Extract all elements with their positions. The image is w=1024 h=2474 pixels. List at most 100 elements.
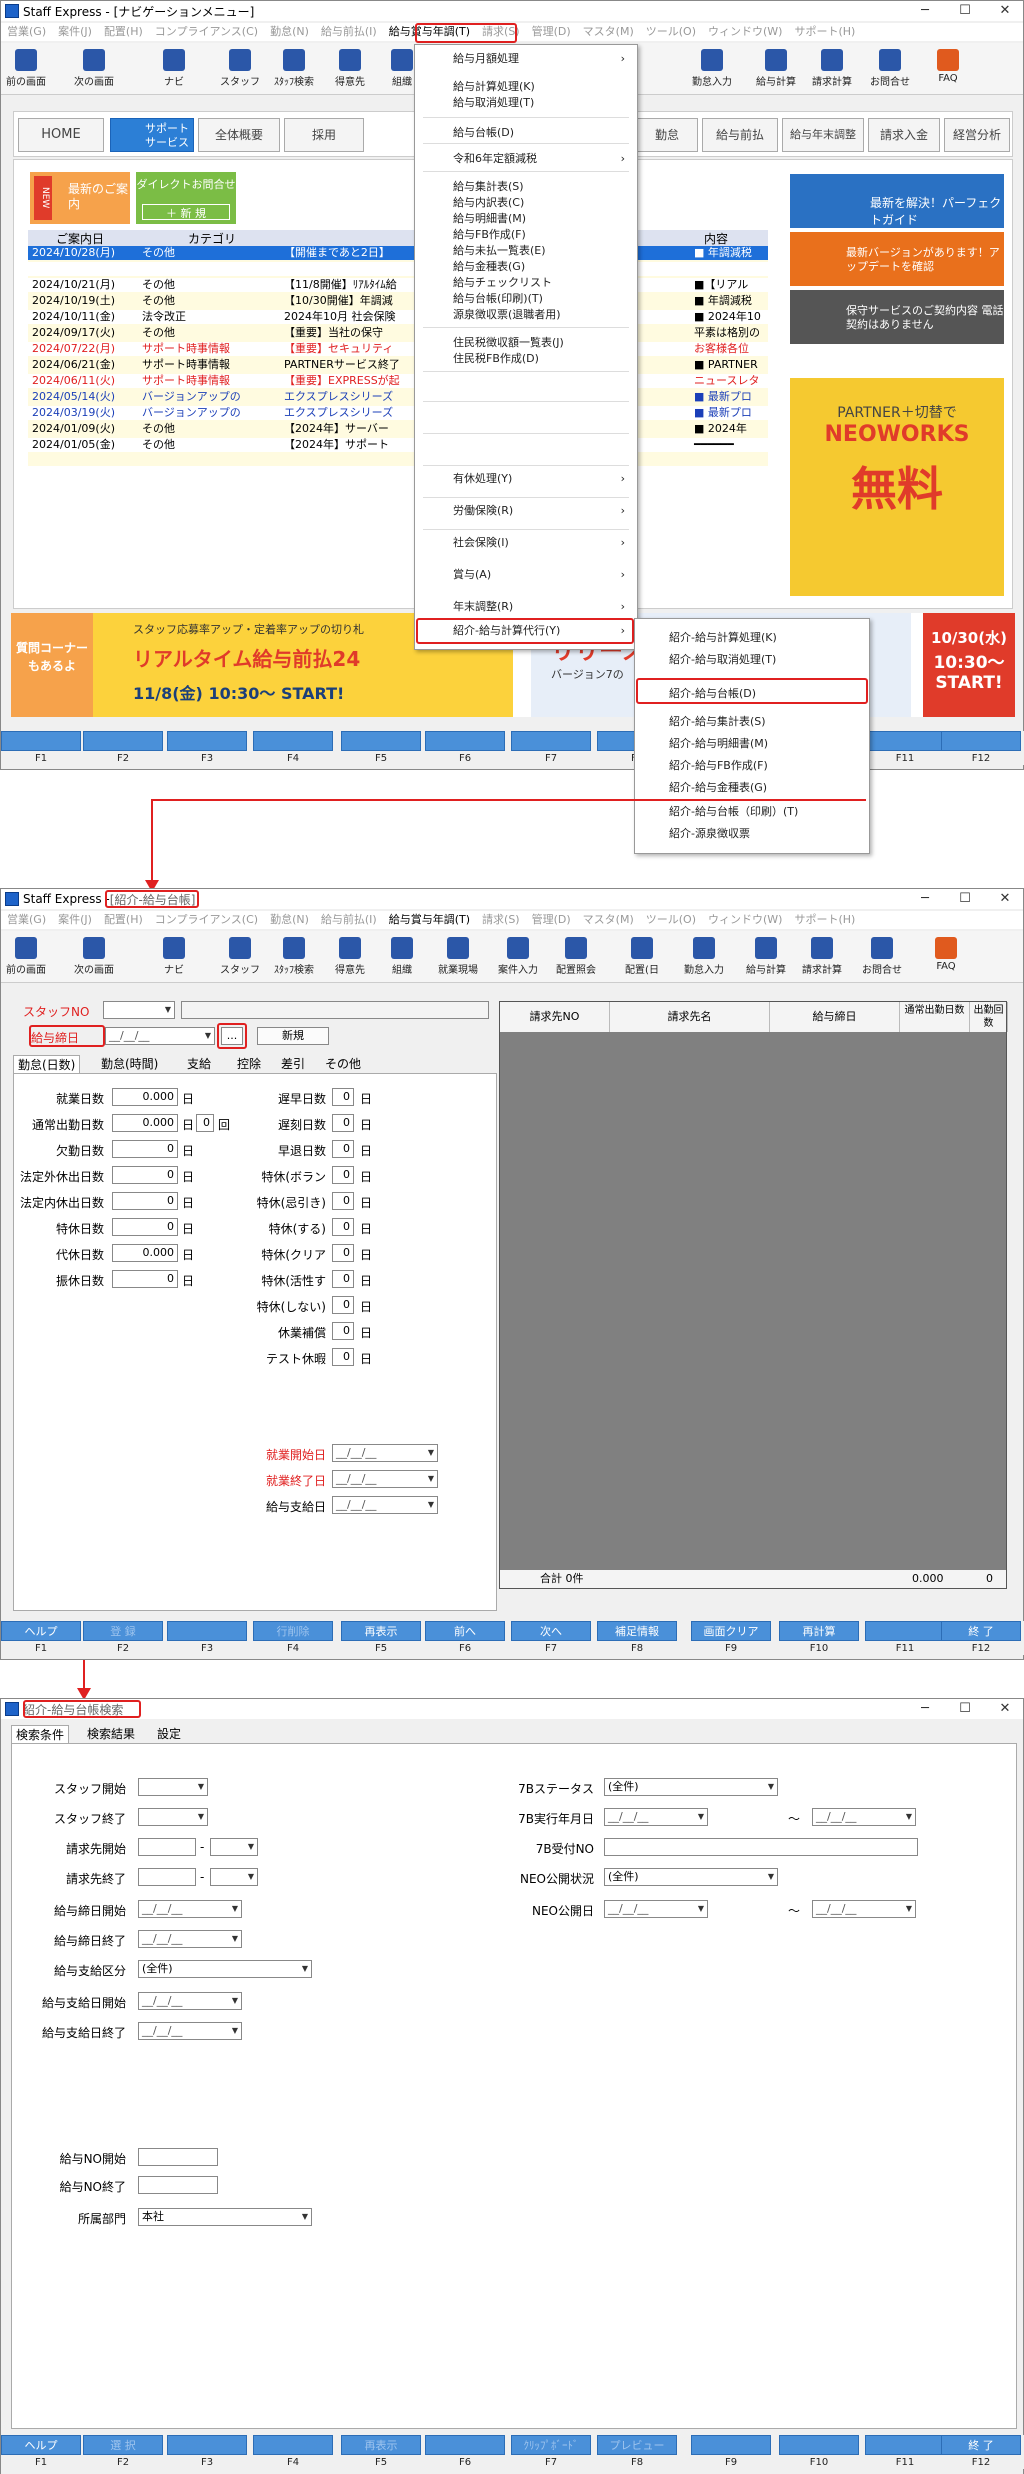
- chevron-down-icon[interactable]: ▼: [299, 1961, 311, 1977]
- ledger-tab[interactable]: 勤怠(日数): [13, 1055, 81, 1073]
- maximize-icon[interactable]: ☐: [945, 1699, 985, 1719]
- staff-select[interactable]: ▼: [138, 1808, 208, 1826]
- fkey-button-5[interactable]: 再表示: [341, 2435, 421, 2455]
- grid-column-header[interactable]: 請求先NO: [500, 1002, 610, 1032]
- ledger-tab[interactable]: その他: [321, 1055, 365, 1072]
- day-count-field[interactable]: 0: [332, 1348, 354, 1366]
- day-count-field[interactable]: 0.000: [112, 1244, 178, 1262]
- grid-column-header[interactable]: 通常出勤日数: [900, 1002, 970, 1032]
- chevron-down-icon[interactable]: ▼: [765, 1779, 777, 1795]
- search-tab[interactable]: 検索条件: [11, 1725, 70, 1743]
- menu-item[interactable]: コンプライアンス(C): [149, 911, 264, 929]
- fkey-button-8[interactable]: 補足情報: [597, 1621, 677, 1641]
- toolbar-button[interactable]: ナビ: [151, 935, 197, 979]
- fkey-button-9[interactable]: 画面クリア: [691, 1621, 771, 1641]
- grid-column-header[interactable]: 出勤回数: [970, 1002, 1008, 1032]
- date-field[interactable]: __/__/__ ▼: [812, 1900, 916, 1918]
- menu-item[interactable]: 配置(H): [98, 911, 149, 929]
- day-count-field[interactable]: 0.000: [112, 1088, 178, 1106]
- day-count-field[interactable]: 0: [332, 1088, 354, 1106]
- maximize-icon[interactable]: ☐: [945, 889, 985, 909]
- chevron-down-icon[interactable]: ▼: [903, 1901, 915, 1917]
- chevron-down-icon[interactable]: ▼: [245, 1839, 257, 1855]
- date-field[interactable]: __/__/__ ▼: [332, 1496, 438, 1514]
- date-field[interactable]: __/__/__ ▼: [138, 1992, 242, 2010]
- chevron-down-icon[interactable]: ▼: [229, 1931, 241, 1947]
- ledger-tab[interactable]: 支給: [183, 1055, 215, 1072]
- menu-item[interactable]: 案件(J): [52, 911, 98, 929]
- fkey-button-7[interactable]: ｸﾘｯﾌﾟﾎﾞｰﾄﾞ: [511, 2435, 591, 2455]
- toolbar-button[interactable]: 次の画面: [71, 935, 117, 979]
- date-field[interactable]: __/__/__ ▼: [332, 1444, 438, 1462]
- chevron-down-icon[interactable]: ▼: [195, 1779, 207, 1795]
- menu-item[interactable]: 管理(D): [526, 911, 577, 929]
- chevron-down-icon[interactable]: ▼: [162, 1002, 174, 1018]
- toolbar-button[interactable]: 勤怠入力: [681, 935, 727, 979]
- day-count-field[interactable]: 0: [332, 1192, 354, 1210]
- toolbar-button[interactable]: 案件入力: [495, 935, 541, 979]
- menu-item[interactable]: 給与賞与年調(T): [383, 911, 476, 929]
- toolbar-button[interactable]: 得意先: [327, 935, 373, 979]
- chevron-down-icon[interactable]: ▼: [195, 1809, 207, 1825]
- toolbar-button[interactable]: ｽﾀｯﾌ検索: [271, 935, 317, 979]
- fkey-button-11[interactable]: [865, 2435, 945, 2455]
- date-field[interactable]: __/__/__ ▼: [138, 2022, 242, 2040]
- day-count-field[interactable]: 0: [112, 1192, 178, 1210]
- fkey-button-10[interactable]: [779, 2435, 859, 2455]
- client-sub-select[interactable]: ▼: [210, 1838, 258, 1856]
- date-field[interactable]: __/__/__ ▼: [812, 1808, 916, 1826]
- fkey-button-8[interactable]: プレビュー: [597, 2435, 677, 2455]
- menu-item[interactable]: 給与前払(I): [315, 911, 383, 929]
- toolbar-button[interactable]: お問合せ: [859, 935, 905, 979]
- toolbar-button[interactable]: 給与計算: [743, 935, 789, 979]
- day-count-field[interactable]: 0: [112, 1166, 178, 1184]
- date-field[interactable]: __/__/__ ▼: [332, 1470, 438, 1488]
- chevron-down-icon[interactable]: ▼: [425, 1471, 437, 1487]
- ledger-tab[interactable]: 勤怠(時間): [97, 1055, 162, 1072]
- chevron-down-icon[interactable]: ▼: [903, 1809, 915, 1825]
- minimize-icon[interactable]: ─: [905, 1699, 945, 1719]
- toolbar-button[interactable]: 請求計算: [799, 935, 845, 979]
- menu-item[interactable]: 営業(G): [1, 911, 52, 929]
- date-field[interactable]: __/__/__ ▼: [604, 1900, 708, 1918]
- fkey-button-5[interactable]: 再表示: [341, 1621, 421, 1641]
- fkey-button-1[interactable]: ヘルプ: [1, 1621, 81, 1641]
- day-count-field[interactable]: 0: [332, 1322, 354, 1340]
- toolbar-button[interactable]: 配置(日: [619, 935, 665, 979]
- fkey-button-1[interactable]: ヘルプ: [1, 2435, 81, 2455]
- chevron-down-icon[interactable]: ▼: [299, 2209, 311, 2225]
- chevron-down-icon[interactable]: ▼: [425, 1497, 437, 1513]
- chevron-down-icon[interactable]: ▼: [229, 2023, 241, 2039]
- day-count-field[interactable]: 0: [332, 1270, 354, 1288]
- minimize-icon[interactable]: ─: [905, 889, 945, 909]
- chevron-down-icon[interactable]: ▼: [425, 1445, 437, 1461]
- menu-item[interactable]: マスタ(M): [577, 911, 640, 929]
- menu-item[interactable]: ツール(O): [640, 911, 702, 929]
- menu-item[interactable]: 勤怠(N): [264, 911, 315, 929]
- staff-no-field[interactable]: ▼: [103, 1001, 175, 1019]
- client-sub-select[interactable]: ▼: [210, 1868, 258, 1886]
- pay-type-select[interactable]: (全件) ▼: [138, 1960, 312, 1978]
- staff-select[interactable]: ▼: [138, 1778, 208, 1796]
- fkey-button-6[interactable]: [425, 2435, 505, 2455]
- client-code-field[interactable]: [138, 1838, 196, 1856]
- fkey-button-12[interactable]: 終 了: [941, 1621, 1021, 1641]
- day-count-field[interactable]: 0: [332, 1218, 354, 1236]
- menu-item[interactable]: ウィンドウ(W): [702, 911, 788, 929]
- receipt-no-field[interactable]: [604, 1838, 918, 1856]
- fkey-button-9[interactable]: [691, 2435, 771, 2455]
- chevron-down-icon[interactable]: ▼: [229, 1993, 241, 2009]
- toolbar-button[interactable]: 前の画面: [3, 935, 49, 979]
- pay-no-field[interactable]: [138, 2148, 218, 2166]
- date-field[interactable]: __/__/__ ▼: [604, 1808, 708, 1826]
- day-count-field[interactable]: 0: [112, 1218, 178, 1236]
- day-count-field[interactable]: 0: [332, 1244, 354, 1262]
- menu-item[interactable]: サポート(H): [788, 911, 861, 929]
- status-select[interactable]: (全件) ▼: [604, 1868, 778, 1886]
- fkey-button-7[interactable]: 次へ: [511, 1621, 591, 1641]
- fkey-button-12[interactable]: 終 了: [941, 2435, 1021, 2455]
- close-icon[interactable]: ✕: [985, 889, 1024, 909]
- fkey-button-4[interactable]: 行削除: [253, 1621, 333, 1641]
- chevron-down-icon[interactable]: ▼: [245, 1869, 257, 1885]
- search-tab[interactable]: 検索結果: [83, 1725, 139, 1742]
